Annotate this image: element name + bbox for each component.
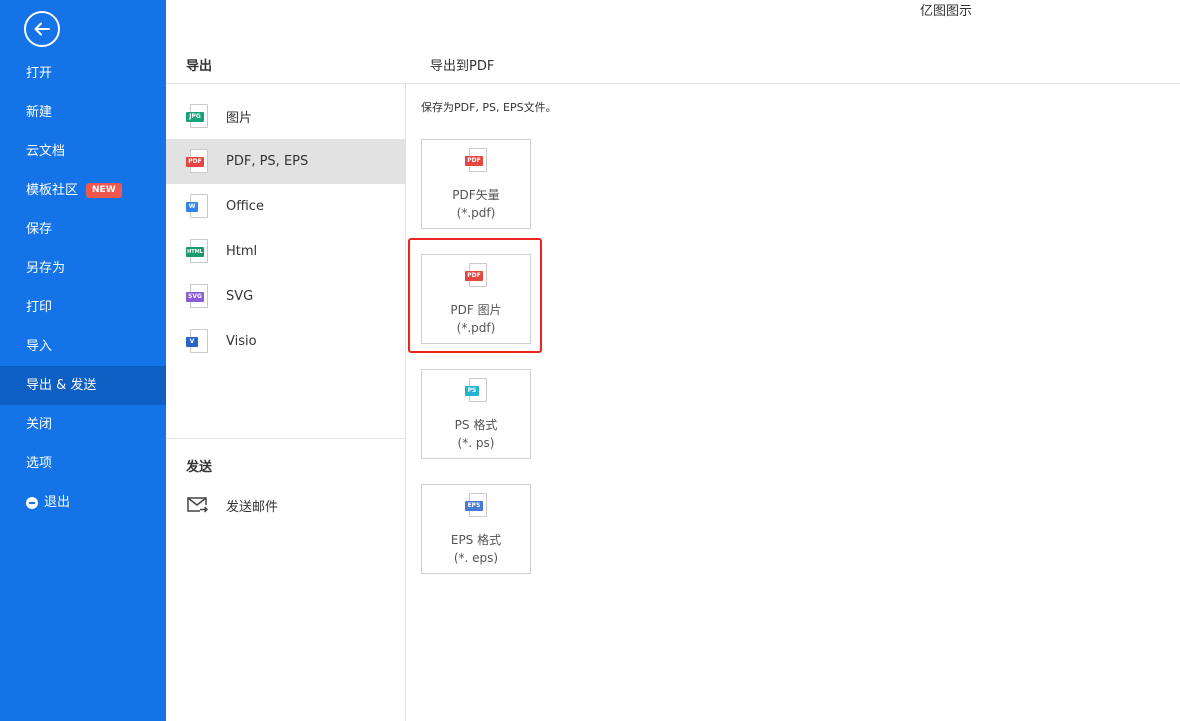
sidebar-item-export-send[interactable]: 导出 & 发送 [0, 366, 166, 405]
sidebar-item-save-as[interactable]: 另存为 [0, 249, 166, 288]
format-item-office[interactable]: W Office [166, 184, 405, 229]
word-file-icon: W [186, 193, 208, 220]
svg-file-icon: SVG [186, 283, 208, 310]
send-email-item[interactable]: 发送邮件 [186, 492, 278, 518]
sidebar-item-label: 保存 [26, 222, 53, 237]
sidebar-item-label: 模板社区 [26, 183, 79, 198]
card-ext: (*. ps) [457, 436, 495, 450]
export-format-list: JPG 图片 PDF PDF, PS, EPS W Office HTML Ht… [166, 94, 405, 364]
format-item-html[interactable]: HTML Html [166, 229, 405, 274]
sidebar-item-print[interactable]: 打印 [0, 288, 166, 327]
export-card-eps[interactable]: EPS EPS 格式 (*. eps) [421, 484, 531, 574]
sidebar-item-new[interactable]: 新建 [0, 93, 166, 132]
sidebar-item-label: 云文档 [26, 144, 66, 159]
ps-file-icon: PS [465, 378, 487, 404]
export-card-pdf-vector[interactable]: PDF PDF矢量 (*.pdf) [421, 139, 531, 229]
panel-description: 保存为PDF, PS, EPS文件。 [421, 101, 557, 114]
pane-title: 导出到PDF [430, 59, 495, 74]
card-ext: (*.pdf) [456, 206, 496, 220]
card-name: PS 格式 [454, 418, 498, 432]
sidebar-item-label: 另存为 [26, 261, 66, 276]
format-item-pdf[interactable]: PDF PDF, PS, EPS [166, 139, 405, 184]
arrow-left-icon [34, 22, 50, 36]
format-item-svg[interactable]: SVG SVG [166, 274, 405, 319]
send-email-label: 发送邮件 [226, 499, 279, 515]
sidebar-item-cloud[interactable]: 云文档 [0, 132, 166, 171]
export-section-title: 导出 [186, 59, 213, 74]
jpg-file-icon: JPG [186, 103, 208, 130]
sidebar-item-open[interactable]: 打开 [0, 54, 166, 93]
format-item-label: 图片 [226, 111, 253, 126]
send-section-title: 发送 [186, 460, 213, 475]
html-file-icon: HTML [186, 238, 208, 265]
new-badge: NEW [86, 183, 122, 198]
sidebar-item-save[interactable]: 保存 [0, 210, 166, 249]
sidebar-item-label: 选项 [26, 456, 53, 471]
pdf-file-icon: PDF [186, 148, 208, 175]
card-ext: (*. eps) [453, 551, 499, 565]
format-item-label: Visio [226, 334, 257, 349]
export-card-ps[interactable]: PS PS 格式 (*. ps) [421, 369, 531, 459]
section-divider [166, 438, 405, 439]
format-item-label: Html [226, 244, 258, 259]
vertical-divider [405, 84, 406, 721]
format-item-label: SVG [226, 289, 254, 304]
sidebar-item-label: 打印 [26, 300, 53, 315]
sidebar-item-templates[interactable]: 模板社区 NEW [0, 171, 166, 210]
sidebar-item-options[interactable]: 选项 [0, 444, 166, 483]
sidebar-item-label: 导入 [26, 339, 53, 354]
format-item-label: PDF, PS, EPS [226, 154, 309, 169]
sidebar-item-label: 新建 [26, 105, 53, 120]
eps-file-icon: EPS [465, 493, 487, 519]
format-item-image[interactable]: JPG 图片 [166, 94, 405, 139]
format-item-visio[interactable]: V Visio [166, 319, 405, 364]
sidebar-item-import[interactable]: 导入 [0, 327, 166, 366]
sidebar-item-close[interactable]: 关闭 [0, 405, 166, 444]
top-divider [166, 83, 1180, 84]
app-title: 亿图图示 [920, 4, 973, 19]
card-name: PDF矢量 [452, 188, 500, 202]
sidebar-item-label: 退出 [44, 495, 71, 510]
sidebar-item-label: 关闭 [26, 417, 53, 432]
back-button[interactable] [24, 11, 60, 47]
format-item-label: Office [226, 199, 264, 214]
mail-send-icon [187, 497, 208, 513]
sidebar: 打开 新建 云文档 模板社区 NEW 保存 另存为 打印 导入 导出 & 发送 关… [0, 0, 166, 721]
sidebar-menu: 打开 新建 云文档 模板社区 NEW 保存 另存为 打印 导入 导出 & 发送 关… [0, 54, 166, 522]
minus-circle-icon [26, 496, 38, 509]
visio-file-icon: V [186, 328, 208, 355]
sidebar-item-label: 导出 & 发送 [26, 378, 97, 393]
selection-highlight [408, 238, 542, 353]
sidebar-item-label: 打开 [26, 66, 53, 81]
card-name: EPS 格式 [450, 533, 502, 547]
sidebar-item-exit[interactable]: 退出 [0, 483, 166, 522]
pdf-file-icon: PDF [465, 148, 487, 174]
